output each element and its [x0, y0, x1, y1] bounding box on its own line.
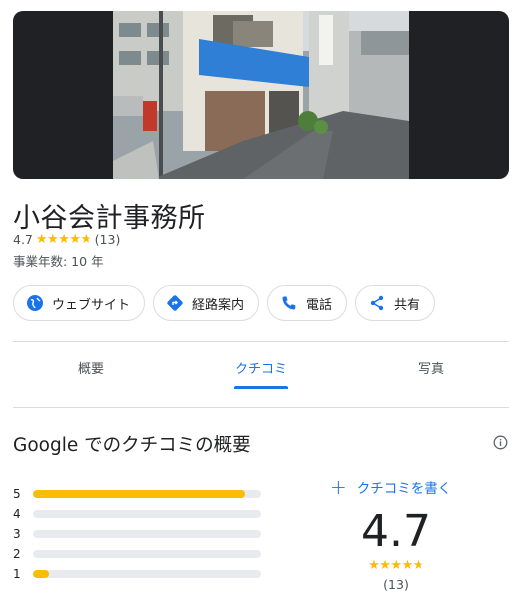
star-icon: ★	[379, 558, 391, 573]
histogram-track	[33, 570, 261, 578]
write-review-button[interactable]: + クチコミを書く	[330, 477, 451, 497]
histogram-row: 1	[13, 564, 263, 584]
globe-icon	[26, 294, 44, 312]
histogram-star-label: 1	[13, 567, 21, 581]
directions-label: 経路案内	[192, 297, 245, 313]
info-icon[interactable]	[493, 435, 508, 450]
action-chips: ウェブサイト 経路案内 電話 共有	[13, 285, 436, 321]
histogram-row: 2	[13, 544, 263, 564]
star-icon: ★	[47, 232, 59, 247]
review-summary-title: Google でのクチコミの概要	[13, 435, 251, 456]
star-icon: ★	[58, 232, 70, 247]
histogram-star-label: 4	[13, 507, 21, 521]
histogram-row: 3	[13, 524, 263, 544]
share-label: 共有	[394, 297, 421, 313]
street-view-photo[interactable]	[113, 11, 409, 179]
histogram-row: 4	[13, 504, 263, 524]
photo-banner[interactable]	[13, 11, 509, 179]
active-tab-indicator	[234, 386, 288, 389]
star-icon: ★	[368, 558, 380, 573]
rating-value: 4.7	[13, 232, 33, 247]
rating-stars: ★ ★ ★ ★ ★	[36, 232, 92, 247]
plus-icon: +	[330, 475, 347, 499]
star-icon: ★	[390, 558, 402, 573]
histogram-track	[33, 550, 261, 558]
histogram-star-label: 2	[13, 547, 21, 561]
tab-bar: 概要 クチコミ 写真	[13, 342, 509, 392]
rating-summary[interactable]: 4.7 ★ ★ ★ ★ ★ (13)	[13, 232, 120, 247]
half-star-icon: ★	[412, 558, 425, 573]
histogram-track	[33, 530, 261, 538]
histogram-star-label: 5	[13, 487, 21, 501]
share-button[interactable]: 共有	[355, 285, 436, 321]
share-icon	[368, 294, 386, 312]
phone-icon	[280, 294, 298, 312]
years-in-business: 事業年数: 10 年	[13, 254, 104, 269]
call-button[interactable]: 電話	[267, 285, 348, 321]
divider	[13, 407, 509, 408]
histogram-row: 5	[13, 484, 263, 504]
tab-overview[interactable]: 概要	[13, 342, 169, 392]
histogram-bar	[33, 570, 49, 578]
half-star-icon: ★	[80, 232, 93, 247]
directions-icon	[166, 294, 184, 312]
rating-histogram: 5 4 3 2 1	[13, 484, 263, 584]
star-icon: ★	[69, 232, 81, 247]
tab-reviews[interactable]: クチコミ	[183, 342, 339, 392]
call-label: 電話	[306, 297, 333, 313]
tab-photos[interactable]: 写真	[353, 342, 509, 392]
website-button[interactable]: ウェブサイト	[13, 285, 146, 321]
directions-button[interactable]: 経路案内	[153, 285, 260, 321]
total-review-count[interactable]: (13)	[330, 577, 462, 592]
histogram-star-label: 3	[13, 527, 21, 541]
website-label: ウェブサイト	[52, 297, 131, 313]
place-title: 小谷会計事務所	[13, 203, 206, 234]
histogram-track	[33, 490, 261, 498]
write-review-label: クチコミを書く	[356, 481, 452, 497]
average-stars: ★★★★★	[330, 558, 462, 573]
average-score: 4.7	[361, 506, 431, 557]
star-icon: ★	[401, 558, 414, 573]
histogram-bar	[33, 490, 246, 498]
star-icon: ★	[35, 232, 48, 247]
histogram-track	[33, 510, 261, 518]
review-count[interactable]: (13)	[95, 232, 121, 247]
